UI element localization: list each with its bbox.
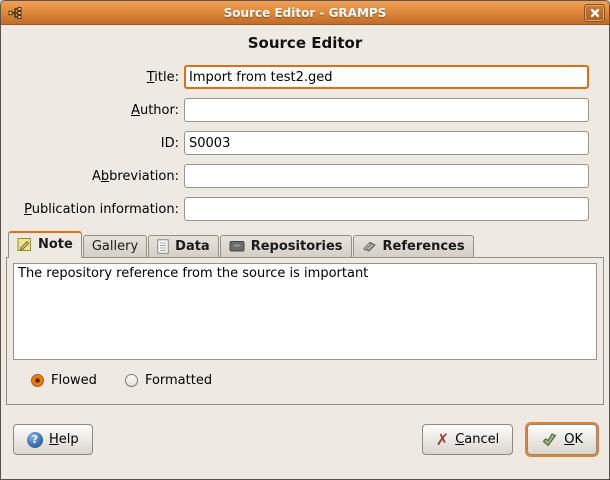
author-row: Author: [7,98,589,122]
publication-label: Publication information: [7,202,179,217]
mnemonic: P [24,202,32,217]
radio-formatted-label: Formatted [145,373,212,388]
tab-note[interactable]: Note [8,231,82,258]
ok-button-label: OK [564,432,583,447]
label-part: itle: [154,70,179,85]
abbreviation-row: Abbreviation: [7,164,589,188]
close-icon [590,8,600,18]
radio-flowed-circle[interactable] [31,374,44,387]
source-editor-dialog: Source Editor - GRAMPS Source Editor Tit… [0,0,610,480]
cancel-button-label: Cancel [455,432,499,447]
label-part: breviation: [109,169,179,184]
publication-input[interactable] [184,197,589,221]
close-button[interactable] [584,4,605,22]
ok-button[interactable]: OK [527,424,597,455]
tab-data[interactable]: Data [148,235,219,257]
gramps-app-icon [7,4,25,22]
title-label: Title: [7,70,179,85]
id-row: ID: [7,131,589,155]
author-label: Author: [7,103,179,118]
tab-references[interactable]: References [353,235,474,257]
tab-repositories-label: Repositories [251,239,343,254]
tab-repositories[interactable]: Repositories [220,235,352,257]
references-icon [362,240,377,253]
mnemonic: A [131,103,140,118]
tab-references-label: References [383,239,465,254]
label-part: A [92,169,101,184]
notebook: Note Gallery Data [6,230,604,405]
tab-gallery-label: Gallery [92,239,138,254]
tab-gallery[interactable]: Gallery [83,235,147,257]
note-tab-panel: The repository reference from the source… [6,257,604,405]
radio-formatted[interactable]: Formatted [125,373,212,388]
radio-flowed-label: Flowed [51,373,97,388]
tab-note-label: Note [38,237,73,252]
repositories-icon [229,240,245,252]
ok-icon [541,432,558,448]
label-part: ID: [161,136,179,151]
note-format-radios: Flowed Formatted [31,373,597,388]
author-input[interactable] [184,98,589,122]
tab-bar: Note Gallery Data [6,230,604,257]
dialog-heading: Source Editor [1,34,609,52]
radio-formatted-circle[interactable] [125,374,138,387]
note-textarea[interactable]: The repository reference from the source… [13,263,597,360]
abbreviation-label: Abbreviation: [7,169,179,184]
label-part: uthor: [140,103,179,118]
id-input[interactable] [184,131,589,155]
help-button[interactable]: ? Help [13,424,93,455]
window-title: Source Editor - GRAMPS [1,6,609,20]
note-icon [17,237,32,252]
data-icon [157,239,169,254]
help-icon: ? [27,432,43,448]
tab-data-label: Data [175,239,210,254]
title-row: Title: [7,65,589,89]
help-button-label: Help [49,432,79,447]
title-input[interactable] [184,65,589,89]
abbreviation-input[interactable] [184,164,589,188]
radio-flowed[interactable]: Flowed [31,373,97,388]
label-part: ublication information: [32,202,179,217]
cancel-icon: ✗ [436,432,449,448]
publication-row: Publication information: [7,197,589,221]
titlebar[interactable]: Source Editor - GRAMPS [1,1,609,25]
mnemonic: b [101,169,109,184]
id-label: ID: [7,136,179,151]
cancel-button[interactable]: ✗ Cancel [422,424,513,455]
dialog-action-area: ? Help ✗ Cancel OK [13,424,597,455]
